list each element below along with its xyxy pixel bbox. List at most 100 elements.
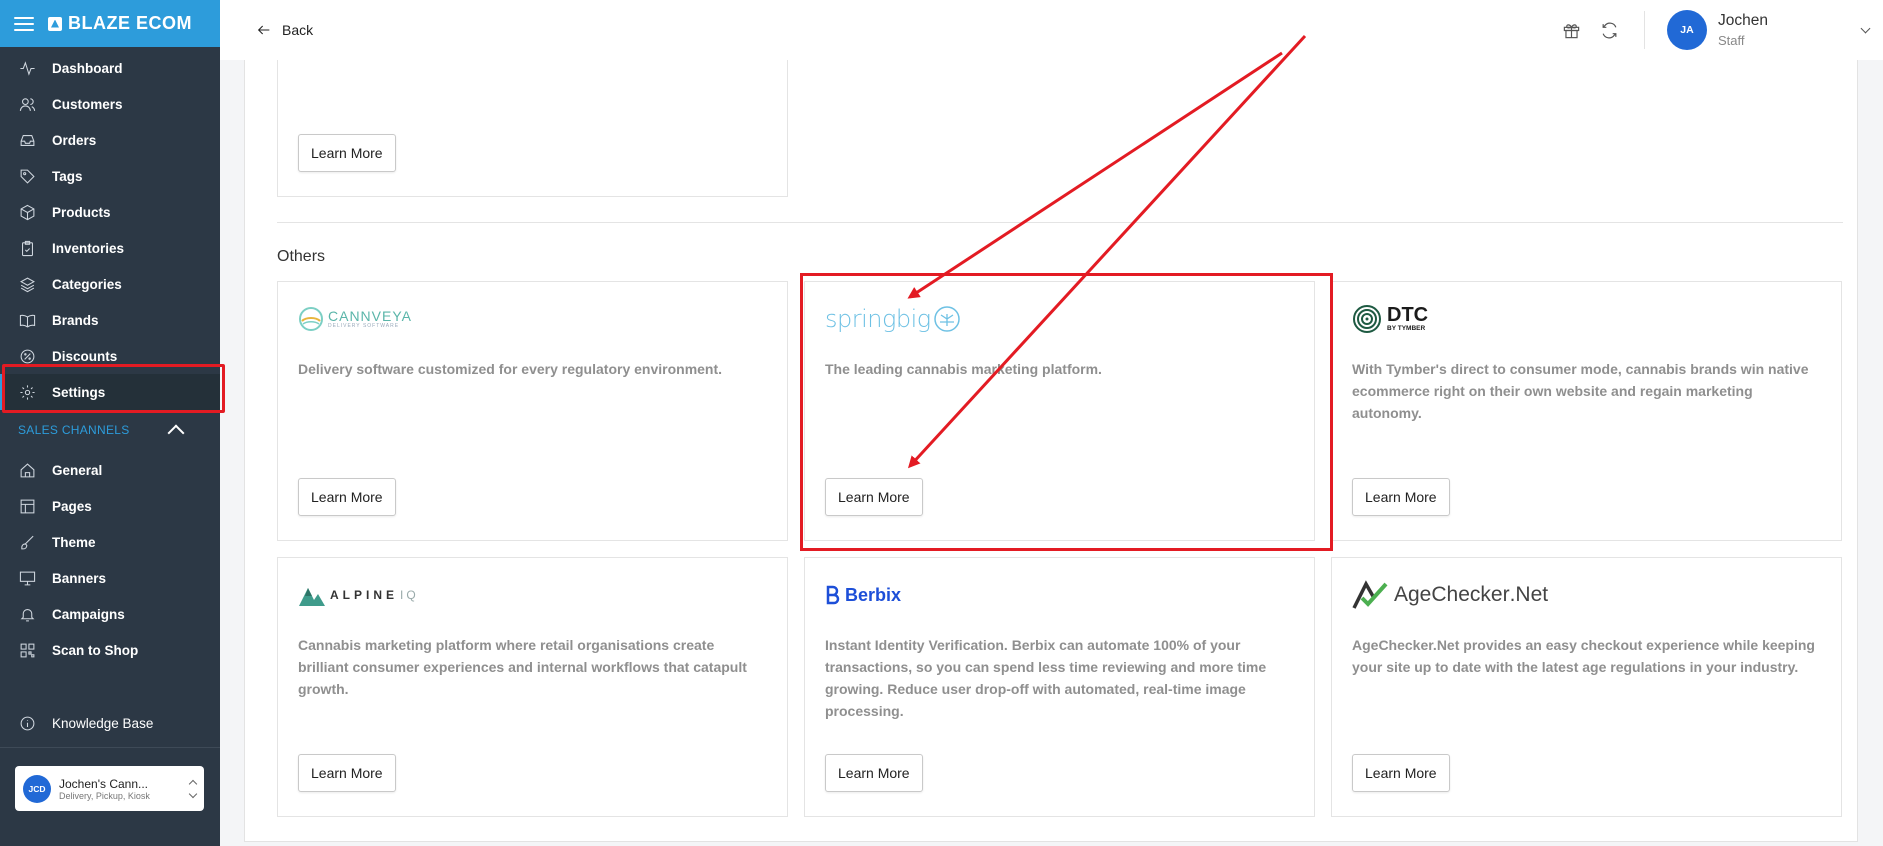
activity-icon xyxy=(18,59,36,77)
back-button[interactable]: Back xyxy=(256,22,313,38)
qr-icon xyxy=(18,641,36,659)
store-subtitle: Delivery, Pickup, Kiosk xyxy=(59,790,150,801)
sidebar-item-label: Discounts xyxy=(52,348,118,364)
layout-icon xyxy=(18,497,36,515)
top-header: Back JA Jochen Staff xyxy=(220,0,1883,60)
dtc-logo: DTC BY TYMBER xyxy=(1352,302,1428,336)
integration-card-dtc: DTC BY TYMBER With Tymber's direct to co… xyxy=(1331,281,1842,541)
dtc-logo-text: DTC xyxy=(1387,304,1429,327)
knowledge-base-section: Knowledge Base xyxy=(0,705,220,741)
card-description: The leading cannabis marketing platform. xyxy=(825,361,1102,377)
sidebar-item-inventories[interactable]: Inventories xyxy=(0,230,220,266)
others-section-title: Others xyxy=(277,248,326,265)
layers-icon xyxy=(18,275,36,293)
springbig-logo-text: springbig xyxy=(825,305,931,333)
store-name: Jochen's Cann... xyxy=(59,776,149,791)
sidebar-item-discounts[interactable]: Discounts xyxy=(0,338,220,374)
hamburger-menu-icon[interactable] xyxy=(14,16,34,31)
sales-channels-label: SALES CHANNELS xyxy=(18,423,130,437)
header-divider xyxy=(1644,11,1645,49)
agechecker-logo-subtext: .Net xyxy=(1509,583,1549,606)
card-description: Delivery software customized for every r… xyxy=(298,361,723,377)
sidebar-item-label: Knowledge Base xyxy=(52,715,154,731)
sidebar-item-label: Orders xyxy=(52,132,97,148)
sidebar-item-label: Customers xyxy=(52,96,123,112)
learn-more-button[interactable]: Learn More xyxy=(298,134,396,172)
learn-more-button[interactable]: Learn More xyxy=(825,478,923,516)
learn-more-button[interactable]: Learn More xyxy=(298,754,396,792)
user-role: Staff xyxy=(1718,33,1745,48)
integration-card-agechecker: AgeChecker .Net AgeChecker.Net provides … xyxy=(1331,557,1842,817)
cannabis-leaf-icon xyxy=(933,306,960,332)
sidebar-item-label: Brands xyxy=(52,312,99,328)
sidebar-item-label: General xyxy=(52,462,103,478)
sidebar-item-scan-to-shop[interactable]: Scan to Shop xyxy=(0,632,220,668)
section-divider xyxy=(277,222,1843,223)
sidebar-item-general[interactable]: General xyxy=(0,452,220,488)
sidebar-item-label: Banners xyxy=(52,570,107,586)
sidebar-item-dashboard[interactable]: Dashboard xyxy=(0,50,220,86)
gift-icon[interactable] xyxy=(1560,19,1582,41)
integration-card-springbig: springbig The leading cannabis marketing… xyxy=(804,281,1315,541)
sidebar-item-knowledge-base[interactable]: Knowledge Base xyxy=(0,705,220,741)
book-icon xyxy=(18,311,36,329)
sidebar-item-label: Dashboard xyxy=(52,60,123,76)
sidebar-item-settings[interactable]: Settings xyxy=(0,374,220,410)
sales-channels-nav: General Pages Theme Banners Campaigns Sc… xyxy=(0,452,220,668)
brush-icon xyxy=(18,533,36,551)
berbix-logo-text: Berbix xyxy=(845,584,902,605)
cannveya-logo-icon xyxy=(299,307,323,331)
cannveya-logo-text: CANNVEYA xyxy=(328,308,412,324)
sidebar-item-label: Pages xyxy=(52,498,92,514)
integrations-panel: Learn More Others CANNVEYA DELIVERY SOFT… xyxy=(244,60,1858,842)
card-description: AgeChecker.Net provides an easy checkout… xyxy=(1352,637,1815,675)
sidebar: BLAZE ECOM Dashboard Customers Orders Ta… xyxy=(0,0,220,846)
springbig-logo: springbig xyxy=(825,302,961,336)
discount-icon xyxy=(18,347,36,365)
blaze-logo-icon xyxy=(48,16,62,31)
sidebar-item-label: Inventories xyxy=(52,240,125,256)
sidebar-item-tags[interactable]: Tags xyxy=(0,158,220,194)
sidebar-item-categories[interactable]: Categories xyxy=(0,266,220,302)
store-switcher[interactable]: JCD Jochen's Cann... Delivery, Pickup, K… xyxy=(15,766,204,811)
user-name: Jochen xyxy=(1718,12,1768,29)
sidebar-item-label: Scan to Shop xyxy=(52,642,139,658)
sidebar-item-customers[interactable]: Customers xyxy=(0,86,220,122)
dtc-logo-subtext: BY TYMBER xyxy=(1387,325,1426,333)
integration-card-cannveya: CANNVEYA DELIVERY SOFTWARE Delivery soft… xyxy=(277,281,788,541)
agechecker-logo: AgeChecker .Net xyxy=(1352,578,1548,612)
learn-more-button[interactable]: Learn More xyxy=(298,478,396,516)
alpineiq-logo-subtext: IQ xyxy=(400,588,419,602)
chevron-up-icon xyxy=(167,424,185,442)
main-nav: Dashboard Customers Orders Tags Products… xyxy=(0,50,220,410)
chevron-down-icon[interactable] xyxy=(1860,23,1871,33)
refresh-icon[interactable] xyxy=(1598,19,1620,41)
sidebar-item-orders[interactable]: Orders xyxy=(0,122,220,158)
sidebar-item-campaigns[interactable]: Campaigns xyxy=(0,596,220,632)
agechecker-logo-text: AgeChecker xyxy=(1394,583,1510,606)
integration-card-partial: Learn More xyxy=(277,60,788,197)
box-icon xyxy=(18,203,36,221)
integration-card-alpineiq: ALPINE IQ Cannabis marketing platform wh… xyxy=(277,557,788,817)
dtc-logo-icon xyxy=(1353,305,1381,333)
sidebar-item-products[interactable]: Products xyxy=(0,194,220,230)
sidebar-item-label: Categories xyxy=(52,276,122,292)
learn-more-button[interactable]: Learn More xyxy=(825,754,923,792)
agechecker-logo-icon xyxy=(1352,580,1388,609)
learn-more-button[interactable]: Learn More xyxy=(1352,478,1450,516)
sidebar-item-theme[interactable]: Theme xyxy=(0,524,220,560)
sidebar-item-brands[interactable]: Brands xyxy=(0,302,220,338)
users-icon xyxy=(18,95,36,113)
sidebar-item-pages[interactable]: Pages xyxy=(0,488,220,524)
back-label: Back xyxy=(282,22,314,38)
sidebar-item-label: Theme xyxy=(52,534,96,550)
brand-logo[interactable]: BLAZE ECOM xyxy=(48,13,192,34)
sidebar-item-banners[interactable]: Banners xyxy=(0,560,220,596)
monitor-icon xyxy=(18,569,36,587)
home-icon xyxy=(18,461,36,479)
learn-more-button[interactable]: Learn More xyxy=(1352,754,1450,792)
sidebar-item-label: Tags xyxy=(52,168,83,184)
user-avatar[interactable]: JA xyxy=(1667,10,1707,50)
sales-channels-toggle[interactable]: SALES CHANNELS xyxy=(0,412,220,448)
user-info[interactable]: Jochen Staff xyxy=(1718,12,1854,48)
